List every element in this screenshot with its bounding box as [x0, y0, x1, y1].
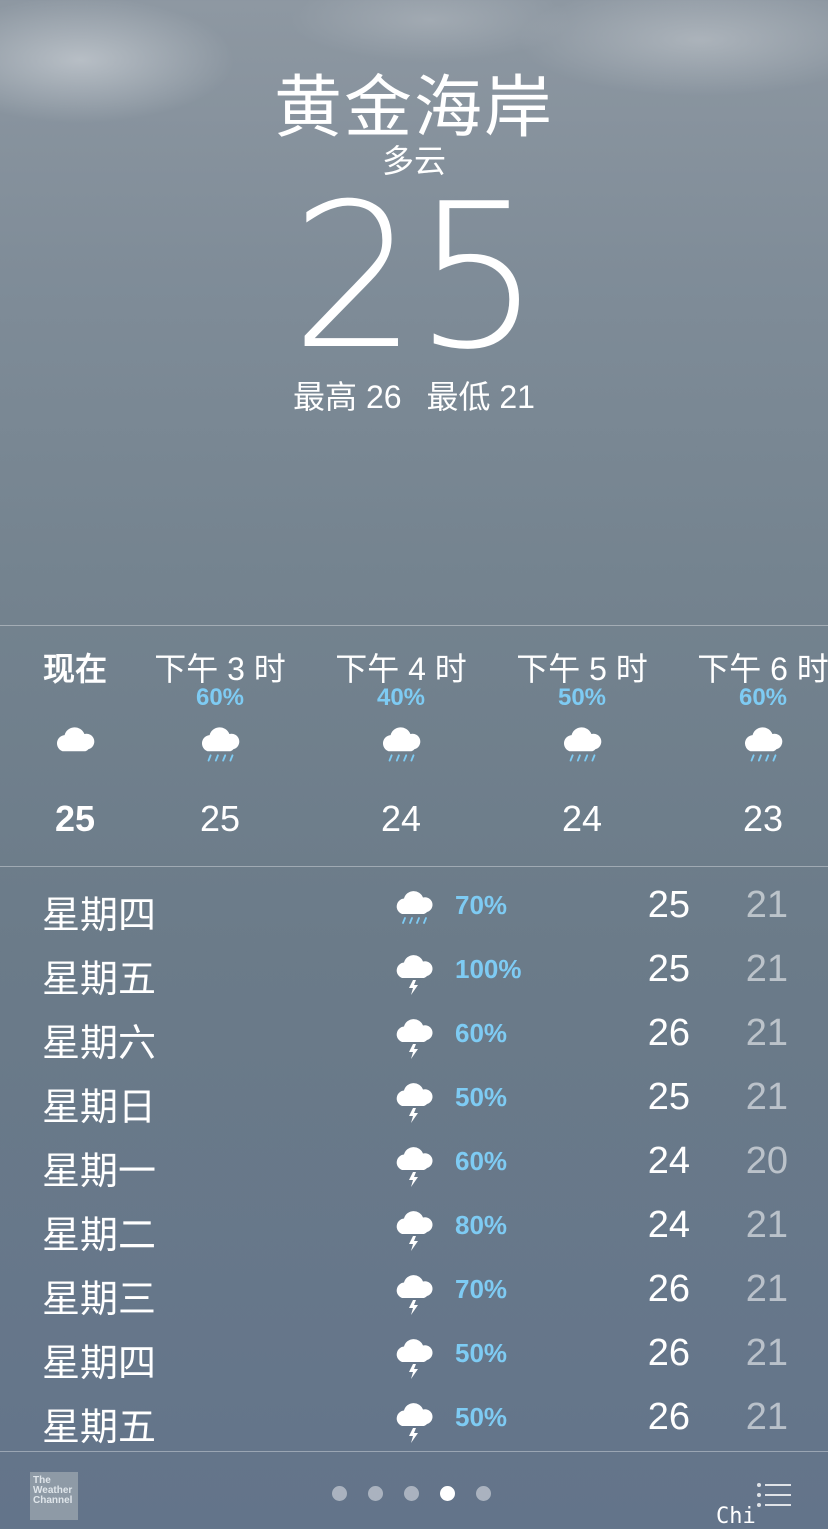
rain-cloud-icon	[396, 891, 433, 924]
day-name: 星期日	[42, 1087, 157, 1129]
day-icon-wrap	[390, 1078, 438, 1124]
day-high: 24	[647, 1140, 690, 1182]
day-high: 26	[647, 1012, 690, 1054]
daily-row[interactable]: 星期六 60% 26 21	[0, 1002, 828, 1066]
hour-precip: 60%	[195, 684, 245, 711]
day-precip: 50%	[455, 1082, 508, 1112]
thunderstorm-icon	[396, 1211, 433, 1251]
day-icon-wrap	[390, 1206, 438, 1252]
day-low: 21	[745, 1076, 788, 1118]
thunderstorm-icon	[396, 1339, 433, 1379]
day-icon-wrap	[390, 886, 438, 932]
day-low: 21	[745, 1332, 788, 1374]
day-precip: 50%	[455, 1338, 508, 1368]
page-dot[interactable]	[476, 1486, 491, 1501]
daily-row[interactable]: 星期四 70% 25 21	[0, 874, 828, 938]
day-high: 25	[647, 948, 690, 990]
high-low: 最高 26 最低 21	[0, 372, 828, 418]
day-precip: 60%	[455, 1018, 508, 1048]
hour-label: 现在	[42, 651, 107, 687]
day-name: 星期三	[42, 1279, 157, 1321]
day-precip: 80%	[455, 1210, 508, 1240]
hour-icon-wrap	[376, 722, 426, 762]
hourly-forecast[interactable]: 现在 25 下午 3 时 60% 25 下午 4 时 40% 24 下午 5 时 50% 24 下午 …	[0, 626, 828, 866]
day-precip: 70%	[455, 1274, 508, 1304]
divider-middle	[0, 866, 828, 867]
day-low: 21	[745, 1268, 788, 1310]
hour-temperature: 24	[380, 798, 422, 839]
daily-row[interactable]: 星期日 50% 25 21	[0, 1066, 828, 1130]
low-temperature: 最低 21	[426, 379, 535, 415]
day-name: 星期六	[42, 1023, 157, 1065]
page-indicator[interactable]	[332, 1486, 502, 1502]
hour-temperature: 25	[199, 798, 241, 839]
day-low: 21	[745, 1204, 788, 1246]
day-high: 24	[647, 1204, 690, 1246]
thunderstorm-icon	[396, 1403, 433, 1443]
daily-row[interactable]: 星期一 60% 24 20	[0, 1130, 828, 1194]
daily-row[interactable]: 星期四 50% 26 21	[0, 1322, 828, 1386]
day-precip: 100%	[455, 954, 522, 984]
watermark-text: Chi na2au	[716, 1504, 756, 1529]
day-name: 星期五	[42, 1407, 157, 1449]
day-name: 星期一	[42, 1151, 157, 1193]
thunderstorm-icon	[396, 1147, 433, 1187]
rain-cloud-icon	[382, 727, 421, 762]
daily-row[interactable]: 星期五 100% 25 21	[0, 938, 828, 1002]
day-icon-wrap	[390, 1334, 438, 1380]
day-high: 26	[647, 1332, 690, 1374]
page-dot[interactable]	[368, 1486, 383, 1501]
day-icon-wrap	[390, 1398, 438, 1444]
hour-icon-wrap	[195, 722, 245, 762]
footer-bar: TheWeatherChannel Chi na2au	[0, 1452, 828, 1529]
page-dot[interactable]	[332, 1486, 347, 1501]
day-precip: 60%	[455, 1146, 508, 1176]
day-precip: 50%	[455, 1402, 508, 1432]
day-high: 26	[647, 1396, 690, 1438]
day-low: 21	[745, 948, 788, 990]
rain-cloud-icon	[201, 727, 240, 762]
day-name: 星期五	[42, 959, 157, 1001]
hour-precip: 60%	[738, 684, 788, 711]
day-low: 21	[745, 1012, 788, 1054]
hour-temperature: 24	[561, 798, 603, 839]
daily-row[interactable]: 星期五 50% 26 21	[0, 1386, 828, 1450]
thunderstorm-icon	[396, 1275, 433, 1315]
day-name: 星期四	[42, 895, 157, 937]
day-icon-wrap	[390, 1270, 438, 1316]
page-dot[interactable]	[404, 1486, 419, 1501]
thunderstorm-icon	[396, 955, 433, 995]
daily-row[interactable]: 星期二 80% 24 21	[0, 1194, 828, 1258]
day-icon-wrap	[390, 1014, 438, 1060]
day-precip: 70%	[455, 890, 508, 920]
day-low: 20	[745, 1140, 788, 1182]
hour-precip: 50%	[557, 684, 607, 711]
rain-cloud-icon	[563, 727, 602, 762]
cloud-icon	[56, 727, 95, 752]
day-name: 星期四	[42, 1343, 157, 1385]
day-low: 21	[745, 1396, 788, 1438]
day-high: 25	[647, 884, 690, 926]
hour-temperature: 23	[742, 798, 784, 839]
day-low: 21	[745, 884, 788, 926]
hour-icon-wrap	[50, 722, 100, 762]
thunderstorm-icon	[396, 1019, 433, 1059]
weather-channel-logo[interactable]: The Weather Channel	[30, 1472, 78, 1520]
hour-icon-wrap	[557, 722, 607, 762]
day-icon-wrap	[390, 1142, 438, 1188]
day-high: 26	[647, 1268, 690, 1310]
page-dot[interactable]	[440, 1486, 455, 1501]
hour-precip: 40%	[376, 684, 426, 711]
daily-row[interactable]: 星期三 70% 26 21	[0, 1258, 828, 1322]
thunderstorm-icon	[396, 1083, 433, 1123]
current-temperature: 25	[290, 161, 542, 394]
hour-icon-wrap	[738, 722, 788, 762]
hour-temperature: 25	[54, 798, 96, 839]
day-icon-wrap	[390, 950, 438, 996]
rain-cloud-icon	[744, 727, 783, 762]
day-name: 星期二	[42, 1215, 157, 1257]
high-temperature: 最高 26	[293, 379, 402, 415]
day-high: 25	[647, 1076, 690, 1118]
